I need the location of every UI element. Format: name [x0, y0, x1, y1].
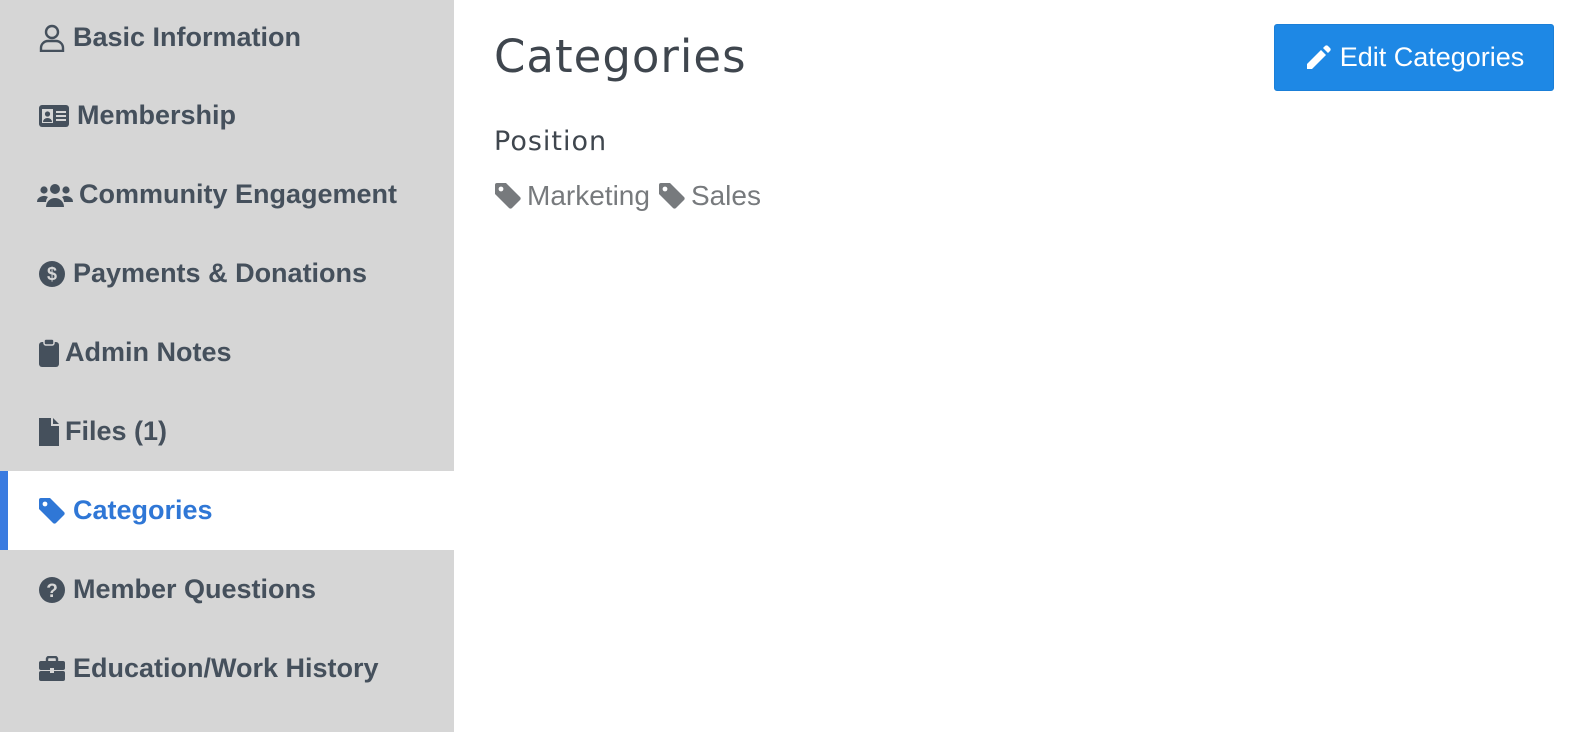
section-label-position: Position	[494, 126, 608, 157]
id-card-icon	[37, 101, 71, 131]
svg-text:$: $	[47, 264, 57, 284]
sidebar: Basic Information Membership Community E…	[0, 0, 454, 732]
sidebar-item-membership[interactable]: Membership	[0, 76, 454, 155]
edit-categories-button[interactable]: Edit Categories	[1274, 24, 1554, 91]
tag-icon	[494, 182, 522, 210]
sidebar-item-label: Member Questions	[73, 574, 317, 604]
file-icon	[37, 417, 61, 447]
sidebar-item-community-engagement[interactable]: Community Engagement	[0, 155, 454, 234]
category-tag: Sales	[658, 180, 761, 212]
sidebar-item-label: Basic Information	[73, 22, 302, 52]
clipboard-icon	[37, 337, 61, 368]
sidebar-item-label: Membership	[77, 100, 237, 130]
sidebar-item-member-questions[interactable]: ? Member Questions	[0, 550, 454, 629]
svg-text:?: ?	[46, 581, 58, 602]
sidebar-item-label: Files (1)	[65, 416, 168, 446]
sidebar-item-education-work-history[interactable]: Education/Work History	[0, 629, 454, 708]
sidebar-item-basic-information[interactable]: Basic Information	[0, 0, 454, 76]
sidebar-item-admin-notes[interactable]: Admin Notes	[0, 313, 454, 392]
sidebar-item-label: Categories	[73, 495, 213, 525]
page-title: Categories	[494, 30, 747, 83]
pencil-icon	[1304, 44, 1332, 72]
tag-list: Marketing Sales	[494, 180, 761, 212]
sidebar-item-payments-donations[interactable]: $ Payments & Donations	[0, 234, 454, 313]
category-tag-label: Marketing	[527, 180, 650, 211]
category-tag-label: Sales	[690, 180, 761, 211]
briefcase-icon	[37, 654, 67, 684]
edit-categories-label: Edit Categories	[1339, 42, 1525, 72]
main-content: Categories Edit Categories Position Mark…	[454, 0, 1590, 732]
question-circle-icon: ?	[37, 575, 67, 605]
sidebar-item-categories[interactable]: Categories	[0, 471, 454, 550]
app-layout: Basic Information Membership Community E…	[0, 0, 1590, 732]
sidebar-item-label: Admin Notes	[65, 337, 232, 367]
sidebar-item-label: Community Engagement	[79, 179, 398, 209]
sidebar-item-files[interactable]: Files (1)	[0, 392, 454, 471]
sidebar-item-label: Education/Work History	[73, 653, 379, 683]
tag-icon	[658, 182, 686, 210]
user-icon	[37, 23, 67, 53]
tag-icon	[37, 496, 67, 526]
users-icon	[37, 180, 73, 210]
sidebar-item-label: Payments & Donations	[73, 258, 368, 288]
dollar-circle-icon: $	[37, 259, 67, 289]
category-tag: Marketing	[494, 180, 650, 212]
